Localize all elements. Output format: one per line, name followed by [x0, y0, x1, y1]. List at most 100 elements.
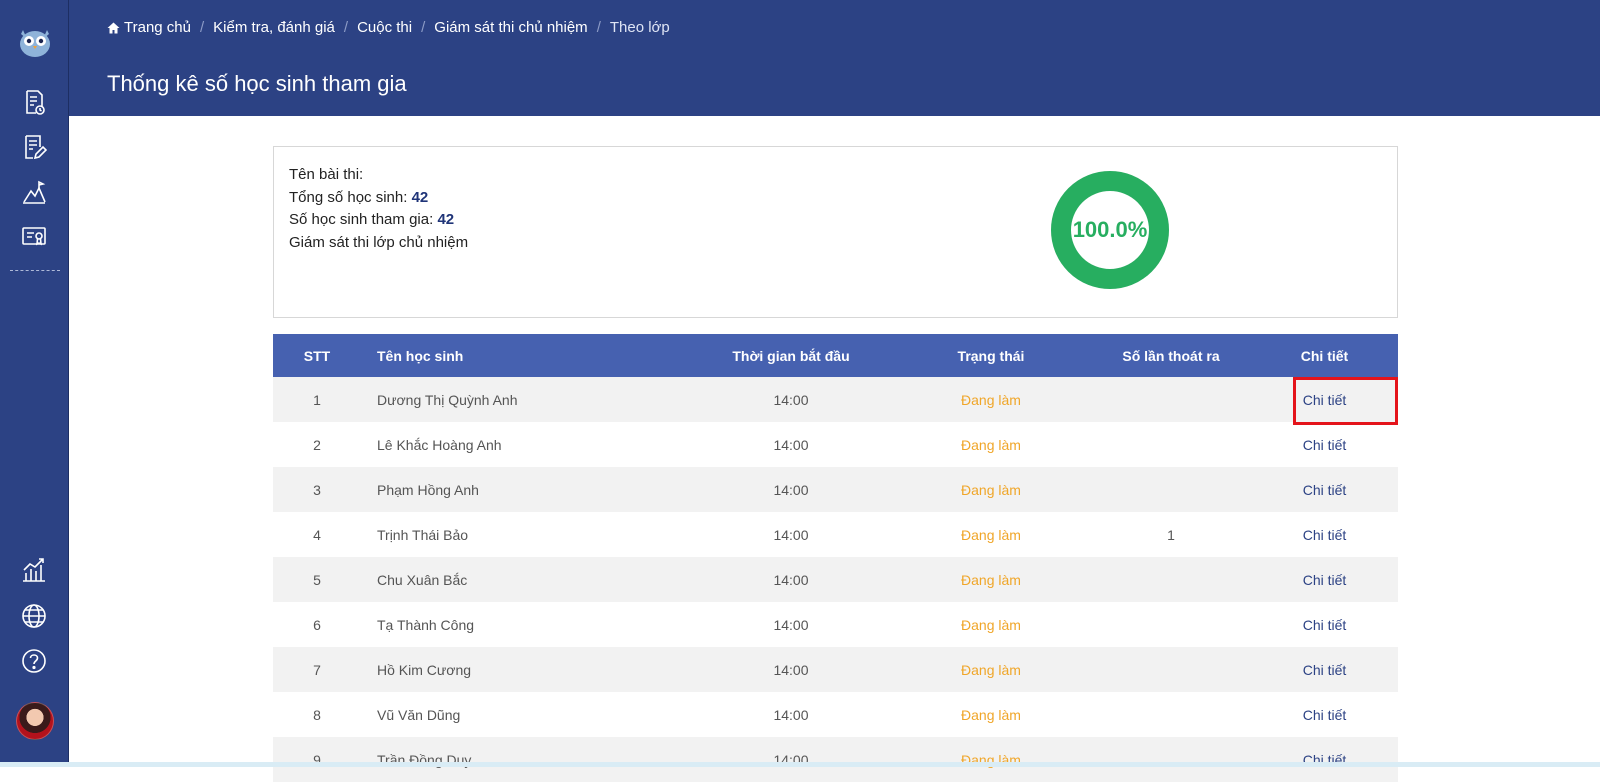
detail-link[interactable]: Chi tiết — [1303, 662, 1347, 678]
exam-name-label: Tên bài thi: — [289, 166, 364, 183]
participants-line: Số học sinh tham gia: 42 — [289, 209, 468, 232]
detail-link[interactable]: Chi tiết — [1303, 707, 1347, 723]
table-row: 9 Trần Đồng Duy 14:00 Đang làm Chi tiết — [273, 737, 1398, 782]
row-status-cell: Đang làm — [891, 647, 1091, 692]
header-status: Trạng thái — [891, 334, 1091, 377]
row-stt: 7 — [313, 661, 321, 678]
row-exit-count-cell — [1091, 647, 1251, 692]
breadcrumb-homeroom-monitoring[interactable]: Giám sát thi chủ nhiệm — [434, 19, 587, 36]
row-stt-cell: 7 — [273, 647, 361, 692]
row-exit-count: 1 — [1167, 526, 1175, 543]
detail-link[interactable]: Chi tiết — [1303, 527, 1347, 543]
row-status-cell: Đang làm — [891, 377, 1091, 422]
total-students-line: Tổng số học sinh: 42 — [289, 187, 468, 210]
table-row: 6 Tạ Thành Công 14:00 Đang làm Chi tiết — [273, 602, 1398, 647]
row-stt: 6 — [313, 616, 321, 633]
row-status: Đang làm — [961, 571, 1021, 588]
row-status-cell: Đang làm — [891, 422, 1091, 467]
students-table: STT Tên học sinh Thời gian bắt đầu Trạng… — [273, 334, 1398, 782]
row-stt-cell: 6 — [273, 602, 361, 647]
row-start-time-cell: 14:00 — [691, 422, 891, 467]
breadcrumb-separator: / — [421, 19, 426, 36]
detail-link[interactable]: Chi tiết — [1303, 437, 1347, 453]
row-stt-cell: 3 — [273, 467, 361, 512]
avatar[interactable] — [16, 702, 54, 740]
exam-list-icon[interactable] — [21, 89, 47, 115]
row-stt-cell: 9 — [273, 737, 361, 782]
table-row: 3 Phạm Hồng Anh 14:00 Đang làm Chi tiết — [273, 467, 1398, 512]
monitoring-mode-label: Giám sát thi lớp chủ nhiệm — [289, 233, 469, 251]
row-status-cell: Đang làm — [891, 512, 1091, 557]
row-student-name-cell: Dương Thị Quỳnh Anh — [361, 377, 691, 422]
row-stt: 4 — [313, 526, 321, 543]
row-student-name-cell: Hồ Kim Cương — [361, 647, 691, 692]
row-status: Đang làm — [961, 391, 1021, 408]
row-detail-cell: Chi tiết — [1251, 692, 1398, 737]
table-row: 8 Vũ Văn Dũng 14:00 Đang làm Chi tiết — [273, 692, 1398, 737]
breadcrumb-separator: / — [343, 19, 349, 36]
detail-link[interactable]: Chi tiết — [1303, 617, 1347, 633]
row-status-cell: Đang làm — [891, 602, 1091, 647]
edit-document-icon[interactable] — [21, 134, 47, 160]
detail-link[interactable]: Chi tiết — [1303, 572, 1347, 588]
detail-link[interactable]: Chi tiết — [1303, 482, 1347, 498]
row-stt: 2 — [313, 436, 321, 453]
row-detail-cell: Chi tiết — [1251, 512, 1398, 557]
row-student-name-cell: Phạm Hồng Anh — [361, 467, 691, 512]
row-student-name: Chu Xuân Bắc — [377, 571, 468, 588]
row-status-cell: Đang làm — [891, 467, 1091, 512]
row-start-time-cell: 14:00 — [691, 602, 891, 647]
row-exit-count-cell — [1091, 557, 1251, 602]
row-start-time: 14:00 — [773, 706, 809, 723]
row-status-cell: Đang làm — [891, 557, 1091, 602]
breadcrumb-contests[interactable]: Cuộc thi — [357, 19, 412, 36]
row-student-name: Dương Thị Quỳnh Anh — [377, 391, 518, 408]
row-start-time-cell: 14:00 — [691, 737, 891, 782]
table-row: 1 Dương Thị Quỳnh Anh 14:00 Đang làm Chi tiế… — [273, 377, 1398, 422]
row-status: Đang làm — [961, 436, 1021, 453]
row-status: Đang làm — [961, 526, 1021, 543]
row-exit-count-cell — [1091, 377, 1251, 422]
home-icon[interactable] — [107, 22, 120, 34]
header-detail: Chi tiết — [1251, 334, 1398, 377]
globe-icon[interactable] — [21, 603, 47, 629]
row-detail-cell: Chi tiết — [1251, 557, 1398, 602]
row-status-cell: Đang làm — [891, 737, 1091, 782]
row-student-name: Phạm Hồng Anh — [377, 481, 479, 498]
row-exit-count-cell: 1 — [1091, 512, 1251, 557]
statistics-icon[interactable] — [21, 557, 47, 583]
help-icon[interactable] — [21, 648, 47, 674]
row-exit-count-cell — [1091, 467, 1251, 512]
row-exit-count-cell — [1091, 692, 1251, 737]
row-stt: 3 — [313, 481, 321, 498]
row-exit-count-cell — [1091, 602, 1251, 647]
breadcrumb-assessment[interactable]: Kiểm tra, đánh giá — [213, 19, 335, 36]
row-stt-cell: 5 — [273, 557, 361, 602]
total-students-label: Tổng số học sinh: — [289, 188, 408, 206]
table-row: 2 Lê Khắc Hoàng Anh 14:00 Đang làm Chi tiết — [273, 422, 1398, 467]
participants-value: 42 — [437, 211, 455, 228]
row-exit-count-cell — [1091, 737, 1251, 782]
row-detail-cell: Chi tiết — [1251, 467, 1398, 512]
row-detail-cell: Chi tiết — [1251, 737, 1398, 782]
logo-owl-icon[interactable] — [18, 26, 52, 58]
detail-link[interactable]: Chi tiết — [1303, 392, 1347, 408]
row-stt-cell: 8 — [273, 692, 361, 737]
row-status-cell: Đang làm — [891, 692, 1091, 737]
row-status: Đang làm — [961, 481, 1021, 498]
row-student-name-cell: Lê Khắc Hoàng Anh — [361, 422, 691, 467]
row-start-time: 14:00 — [773, 661, 809, 678]
row-start-time: 14:00 — [773, 616, 809, 633]
table-row: 5 Chu Xuân Bắc 14:00 Đang làm Chi tiết — [273, 557, 1398, 602]
participants-label: Số học sinh tham gia: — [289, 211, 434, 228]
chart-mountain-icon[interactable] — [21, 180, 47, 206]
row-student-name: Lê Khắc Hoàng Anh — [377, 436, 502, 453]
stats-info: Tên bài thi: Tổng số học sinh: 42 Số học… — [289, 164, 468, 254]
row-detail-cell: Chi tiết — [1251, 422, 1398, 467]
breadcrumb-home[interactable]: Trang chủ — [124, 19, 191, 36]
table-row: 4 Trịnh Thái Bảo 14:00 Đang làm 1 Chi tiết — [273, 512, 1398, 557]
row-status: Đang làm — [961, 706, 1021, 723]
row-student-name-cell: Vũ Văn Dũng — [361, 692, 691, 737]
total-students-value: 42 — [411, 188, 429, 206]
certificate-icon[interactable] — [21, 224, 47, 250]
